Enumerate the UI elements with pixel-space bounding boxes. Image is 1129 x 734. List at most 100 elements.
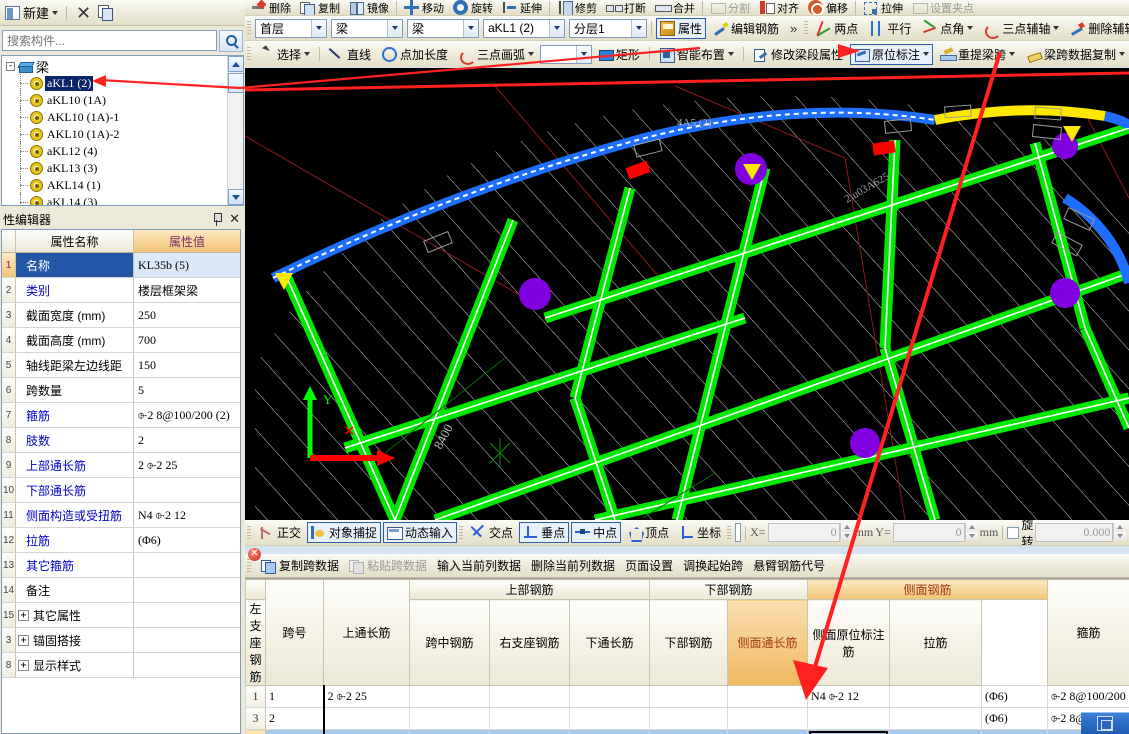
tree-item[interactable]: aKL10 (1A): [20, 91, 227, 110]
table-cell-top_through[interactable]: [322, 707, 410, 730]
chevron-down-icon[interactable]: [740, 524, 741, 541]
property-row[interactable]: 5 轴线距梁左边线距 150: [2, 353, 240, 378]
expand-icon[interactable]: +: [18, 609, 29, 621]
table-cell-side_insitu[interactable]: [889, 707, 983, 730]
property-row[interactable]: 14 备注: [2, 578, 240, 603]
toolbar-button-stretch[interactable]: 拉伸: [859, 0, 907, 15]
chevron-down-icon[interactable]: [549, 19, 564, 37]
chevron-down-icon[interactable]: [922, 52, 929, 56]
property-value[interactable]: 250: [134, 303, 240, 327]
property-row[interactable]: 3 + 锚固搭接: [2, 628, 240, 653]
chevron-down-icon[interactable]: [575, 45, 591, 63]
table-cell-span_no[interactable]: 1: [265, 685, 324, 708]
span-action-button[interactable]: 页面设置: [623, 556, 675, 575]
toolbar-button-edit-rebar[interactable]: 编辑钢筋: [709, 18, 783, 39]
tree-scrollbar[interactable]: [227, 56, 243, 205]
property-value[interactable]: [134, 553, 240, 577]
property-row[interactable]: 15 + 其它属性: [2, 603, 240, 628]
table-cell-mid_span[interactable]: [489, 685, 570, 708]
search-input[interactable]: [2, 30, 217, 51]
table-cell-span_no[interactable]: 3: [265, 729, 324, 734]
table-cell-tie[interactable]: (Φ6): [981, 707, 1049, 730]
layer-combo[interactable]: 分层1: [569, 18, 647, 38]
table-sub-header[interactable]: 下通长筋: [568, 599, 651, 686]
snap-point-perpendicular-snap[interactable]: 垂点: [519, 522, 570, 543]
table-cell-tie[interactable]: (Φ6): [981, 685, 1049, 708]
table-sub-header[interactable]: 右支座钢筋: [489, 599, 570, 686]
arc-mode-combo[interactable]: [540, 44, 592, 64]
toolbar-button-merge[interactable]: 合并: [651, 0, 699, 15]
property-grid[interactable]: 属性名称 属性值 1 名称 KL35b (5) 2 类别 楼层框架梁 3 截面宽度 (mm) 2…: [1, 229, 241, 734]
table-sub-header[interactable]: 拉筋: [889, 599, 983, 686]
toolbar-button-delete-axis[interactable]: 删除辅轴: [1066, 18, 1129, 39]
span-action-copy-span[interactable]: 复制跨数据: [259, 556, 341, 575]
property-value[interactable]: 2 ⌱2 25: [134, 453, 240, 477]
property-value[interactable]: [134, 653, 240, 677]
table-row-number[interactable]: 3: [245, 707, 266, 730]
close-icon[interactable]: ✕: [229, 212, 242, 225]
table-sub-header[interactable]: 侧面原位标注筋: [807, 599, 891, 686]
property-row[interactable]: 9 上部通长筋 2 ⌱2 25: [2, 453, 240, 478]
chevron-down-icon[interactable]: [1008, 52, 1015, 56]
tree-expander-icon[interactable]: -: [6, 62, 15, 71]
table-cell-mid_span[interactable]: [489, 707, 570, 730]
tree-item[interactable]: AKL10 (1A)-1: [20, 108, 227, 127]
chevron-down-icon[interactable]: [52, 10, 59, 15]
toolbar-button-smart-layout[interactable]: 智能布置: [655, 44, 738, 65]
table-cell-right_support[interactable]: 3 ⌱2 25: [568, 729, 651, 734]
chevron-down-icon[interactable]: [1053, 26, 1060, 30]
toolbar-button-move[interactable]: 移动: [400, 0, 448, 15]
table-cell-bot_rebar[interactable]: [727, 685, 809, 708]
table-cell-side_through[interactable]: [807, 707, 891, 730]
property-value[interactable]: [134, 478, 240, 502]
toolbar-button-trim[interactable]: 修剪: [553, 0, 601, 15]
offset-mode-combo[interactable]: 不偏移: [735, 523, 742, 542]
property-value[interactable]: [134, 603, 240, 627]
property-row[interactable]: 8 + 显示样式: [2, 653, 240, 678]
expand-icon[interactable]: +: [18, 634, 29, 646]
floor-combo[interactable]: 首层: [255, 18, 327, 38]
toolbar-button-select[interactable]: 选择: [255, 44, 314, 65]
property-value[interactable]: KL35b (5): [134, 253, 240, 277]
pin-icon[interactable]: [211, 212, 223, 226]
chevron-down-icon[interactable]: [727, 52, 734, 56]
property-value[interactable]: [134, 628, 240, 652]
toolbar-button-break[interactable]: 打断: [602, 0, 650, 15]
toolbar-button-edit-beam-seg[interactable]: 修改梁段属性: [749, 44, 847, 65]
toolbar-button-parallel[interactable]: 平行: [865, 18, 915, 39]
snapbar-gripper-2[interactable]: [459, 525, 464, 540]
toolbar-button-rotate[interactable]: 旋转: [449, 0, 497, 15]
type-combo[interactable]: 梁: [407, 18, 479, 38]
tree-item[interactable]: aKL13 (3): [20, 159, 227, 178]
toolbar-overflow-button[interactable]: »: [785, 21, 802, 36]
snapbar-gripper-3[interactable]: [727, 525, 732, 540]
table-cell-bot_rebar[interactable]: [727, 707, 809, 730]
table-cell-bot_through[interactable]: [649, 685, 729, 708]
table-cell-left_support[interactable]: [409, 729, 490, 734]
snap-toggle-object-snap[interactable]: 对象捕捉: [307, 522, 382, 543]
toolbar-button-retake-span[interactable]: 重提梁跨: [936, 44, 1019, 65]
toolbar-gripper[interactable]: [247, 21, 251, 35]
category-combo[interactable]: 梁: [331, 18, 403, 38]
table-cell-right_support[interactable]: [568, 685, 651, 708]
snap-point-midpoint-snap[interactable]: 中点: [571, 522, 622, 543]
snap-toggle-ortho[interactable]: 正交: [255, 522, 305, 543]
cad-drawing-canvas[interactable]: 8400 7200 4A5 (2) 2\u03A625 Y ✕: [245, 68, 1129, 520]
property-row[interactable]: 7 箍筋 ⌱2 8@100/200 (2): [2, 403, 240, 428]
property-row[interactable]: 13 其它箍筋: [2, 553, 240, 578]
table-cell-top_through[interactable]: [322, 729, 410, 734]
toolbar-button-line[interactable]: 直线: [325, 44, 375, 65]
snap-toggle-dynamic-input[interactable]: 动态输入: [383, 522, 458, 543]
chevron-down-icon[interactable]: [631, 19, 646, 37]
rotate-value[interactable]: 0.000: [1035, 523, 1114, 542]
rotate-field[interactable]: 0.000: [1035, 523, 1127, 542]
table-cell-side_through[interactable]: N4 ⌱2 12: [807, 685, 891, 708]
tree-item[interactable]: aKL14 (3): [20, 193, 227, 205]
property-row[interactable]: 8 肢数 2: [2, 428, 240, 453]
x-offset-field[interactable]: 0: [767, 523, 853, 542]
table-cell-bot_through[interactable]: [649, 707, 729, 730]
toolbar-button-delete[interactable]: 删除: [247, 0, 295, 15]
system-tray[interactable]: [1081, 712, 1129, 734]
toolbar-gripper-2[interactable]: [804, 21, 809, 35]
chevron-down-icon[interactable]: [311, 19, 326, 37]
